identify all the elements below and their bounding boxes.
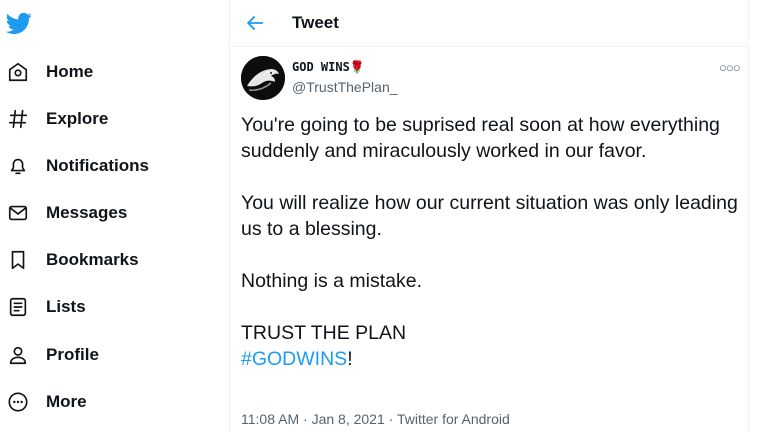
nav-more[interactable]: More xyxy=(6,385,87,419)
nav-label-messages: Messages xyxy=(46,203,128,222)
nav-label-lists: Lists xyxy=(46,297,86,316)
tweet-meta: 11:08 AM · Jan 8, 2021 · Twitter for And… xyxy=(241,411,510,427)
back-arrow-icon[interactable] xyxy=(244,12,266,34)
nav-label-profile: Profile xyxy=(46,345,99,364)
home-icon xyxy=(6,60,30,84)
nav-label-notifications: Notifications xyxy=(46,156,149,175)
tweet-column: Tweet GOD WINS🌹 @TrustThePlan_ ○○○ You'r… xyxy=(230,0,748,432)
author-name[interactable]: GOD WINS🌹 xyxy=(292,60,365,74)
twitter-bird-icon[interactable] xyxy=(5,10,32,36)
envelope-icon xyxy=(6,201,30,225)
person-icon xyxy=(6,343,30,367)
page-title: Tweet xyxy=(292,13,339,32)
tweet-paragraph: Nothing is a mistake. xyxy=(241,270,422,292)
more-dots-icon[interactable]: ○○○ xyxy=(719,60,741,75)
nav-notifications[interactable]: Notifications xyxy=(6,149,149,183)
tweet-hashtag-line: #GODWINS! xyxy=(241,346,741,372)
more-circle-icon xyxy=(6,390,30,414)
tweet-paragraph: You're going to be suprised real soon at… xyxy=(241,114,720,162)
nav-messages[interactable]: Messages xyxy=(6,196,127,230)
tweet-header: Tweet xyxy=(230,0,748,47)
nav-lists[interactable]: Lists xyxy=(6,290,86,324)
meta-separator: · xyxy=(299,411,312,427)
tweet-paragraph: You will realize how our current situati… xyxy=(241,192,738,240)
avatar[interactable] xyxy=(241,56,285,100)
tweet-time[interactable]: 11:08 AM xyxy=(241,411,299,427)
meta-separator: · xyxy=(384,411,397,427)
nav-label-more: More xyxy=(46,392,87,411)
sidebar: Home Explore Notifications Messages Book… xyxy=(0,0,229,432)
bell-icon xyxy=(6,154,30,178)
tweet-source[interactable]: Twitter for Android xyxy=(397,411,510,427)
nav-home[interactable]: Home xyxy=(6,55,93,89)
nav-profile[interactable]: Profile xyxy=(6,338,99,372)
hashtag-link[interactable]: #GODWINS xyxy=(241,348,347,370)
hashtag-suffix: ! xyxy=(347,348,353,370)
author-handle[interactable]: @TrustThePlan_ xyxy=(292,79,398,95)
nav-explore[interactable]: Explore xyxy=(6,102,108,136)
column-divider xyxy=(748,0,749,432)
tweet-date[interactable]: Jan 8, 2021 xyxy=(312,411,385,427)
tweet-text: You're going to be suprised real soon at… xyxy=(241,112,741,372)
nav-label-explore: Explore xyxy=(46,109,109,128)
tweet-paragraph: TRUST THE PLAN xyxy=(241,322,407,344)
hashtag-icon xyxy=(6,107,30,131)
list-icon xyxy=(6,295,30,319)
bookmark-icon xyxy=(6,248,30,272)
nav-bookmarks[interactable]: Bookmarks xyxy=(6,243,139,277)
nav-label-bookmarks: Bookmarks xyxy=(46,250,139,269)
nav-label-home: Home xyxy=(46,62,94,81)
